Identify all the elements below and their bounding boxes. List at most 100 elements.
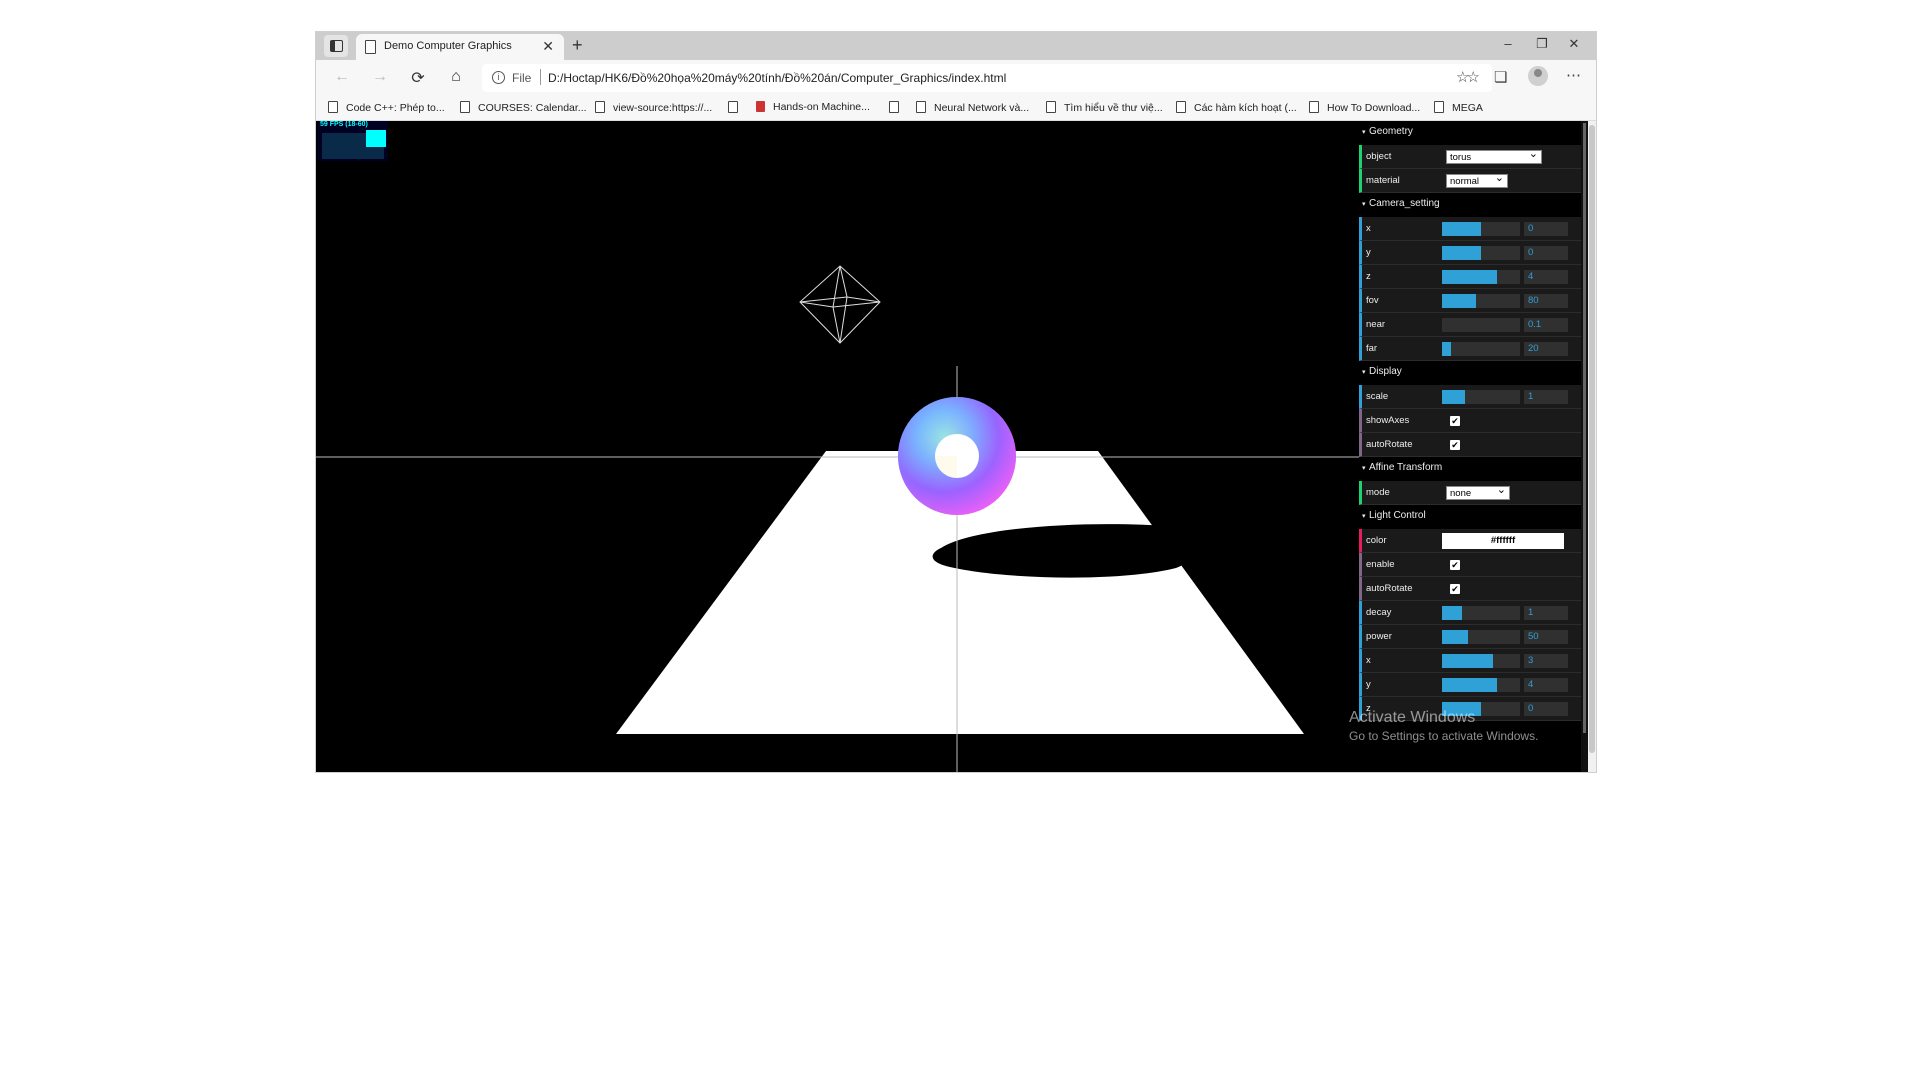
number-input[interactable]: 4 bbox=[1524, 270, 1568, 284]
number-input[interactable]: 20 bbox=[1524, 342, 1568, 356]
page-icon bbox=[595, 101, 605, 113]
folder-light-control[interactable]: ▾ Light Control bbox=[1359, 505, 1581, 530]
object-select[interactable]: torus bbox=[1446, 147, 1542, 164]
slider-fill bbox=[1442, 630, 1468, 644]
scrollbar-thumb[interactable] bbox=[1589, 125, 1595, 753]
new-tab-button[interactable]: + bbox=[572, 35, 583, 56]
number-input[interactable]: 0.1 bbox=[1524, 318, 1568, 332]
control-label: enable bbox=[1366, 559, 1395, 570]
slider-fill bbox=[1442, 294, 1477, 308]
control-camera-near: near 0.1 bbox=[1359, 313, 1581, 337]
slider[interactable] bbox=[1442, 246, 1520, 260]
number-input[interactable]: 4 bbox=[1524, 678, 1568, 692]
restore-button[interactable]: ❐ bbox=[1532, 36, 1552, 52]
collapse-icon: ▾ bbox=[1362, 201, 1366, 208]
browser-window: Demo Computer Graphics ✕ + – ❐ ✕ ← → ⟳ ⌂… bbox=[316, 32, 1596, 772]
slider[interactable] bbox=[1442, 294, 1520, 308]
number-input[interactable]: 1 bbox=[1524, 390, 1568, 404]
bookmark-page-icon[interactable] bbox=[728, 101, 738, 113]
activate-windows-watermark: Activate Windows Go to Settings to activ… bbox=[1349, 709, 1538, 743]
control-label: decay bbox=[1366, 607, 1392, 618]
collapse-icon: ▾ bbox=[1362, 129, 1366, 136]
folder-camera-setting[interactable]: ▾ Camera_setting bbox=[1359, 193, 1581, 218]
number-input[interactable]: 50 bbox=[1524, 630, 1568, 644]
folder-display[interactable]: ▾ Display bbox=[1359, 361, 1581, 386]
bookmark-item[interactable]: COURSES: Calendar... bbox=[460, 101, 587, 114]
control-label: fov bbox=[1366, 295, 1379, 306]
gui-scrollbar[interactable] bbox=[1581, 121, 1588, 772]
page-icon bbox=[365, 40, 376, 54]
favorites-icon[interactable]: ☆ bbox=[1456, 68, 1469, 86]
pdf-icon bbox=[756, 101, 765, 112]
forward-button[interactable]: → bbox=[370, 68, 390, 86]
material-select[interactable]: normal bbox=[1446, 171, 1508, 188]
slider[interactable] bbox=[1442, 222, 1520, 236]
bookmark-item[interactable]: view-source:https://... bbox=[595, 101, 712, 114]
bookmark-item[interactable]: Các hàm kích hoạt (... bbox=[1176, 101, 1297, 114]
control-label: z bbox=[1366, 271, 1371, 282]
fps-stats-panel[interactable]: 59 FPS (18-60) bbox=[318, 121, 388, 161]
info-icon[interactable]: i bbox=[492, 71, 505, 84]
number-input[interactable]: 0 bbox=[1524, 222, 1568, 236]
bookmark-item[interactable]: Tìm hiểu về thư việ... bbox=[1046, 101, 1163, 114]
checkbox[interactable]: ✔ bbox=[1450, 416, 1460, 426]
checkbox[interactable]: ✔ bbox=[1450, 560, 1460, 570]
refresh-button[interactable]: ⟳ bbox=[408, 68, 428, 88]
scrollbar-thumb[interactable] bbox=[1583, 123, 1586, 733]
control-label: x bbox=[1366, 223, 1371, 234]
tab-actions-button[interactable] bbox=[324, 35, 348, 57]
folder-geometry[interactable]: ▾ Geometry bbox=[1359, 121, 1581, 146]
folder-affine-transform[interactable]: ▾ Affine Transform bbox=[1359, 457, 1581, 482]
slider[interactable] bbox=[1442, 390, 1520, 404]
page-scrollbar[interactable] bbox=[1588, 121, 1596, 772]
control-label: power bbox=[1366, 631, 1392, 642]
collapse-icon: ▾ bbox=[1362, 369, 1366, 376]
control-light-y: y 4 bbox=[1359, 673, 1581, 697]
slider[interactable] bbox=[1442, 318, 1520, 332]
minimize-button[interactable]: – bbox=[1498, 36, 1518, 51]
bookmark-item[interactable]: How To Download... bbox=[1309, 101, 1420, 114]
light-helper-octahedron bbox=[799, 265, 881, 344]
more-menu-icon[interactable]: ⋯ bbox=[1566, 66, 1581, 84]
slider-fill bbox=[1442, 270, 1497, 284]
bookmark-item[interactable]: Code C++: Phép to... bbox=[328, 101, 445, 114]
bookmark-item[interactable]: Neural Network và... bbox=[916, 101, 1029, 114]
number-input[interactable]: 3 bbox=[1524, 654, 1568, 668]
slider[interactable] bbox=[1442, 654, 1520, 668]
back-button[interactable]: ← bbox=[332, 68, 352, 86]
address-bar[interactable]: i File D:/Hoctap/HK6/Đồ%20họa%20máy%20tí… bbox=[482, 64, 1492, 92]
tab-close-icon[interactable]: ✕ bbox=[542, 38, 554, 55]
mode-select[interactable]: none bbox=[1446, 483, 1510, 500]
checkbox[interactable]: ✔ bbox=[1450, 440, 1460, 450]
bookmark-item[interactable]: MEGA bbox=[1434, 101, 1483, 114]
webgl-canvas[interactable]: 59 FPS (18-60) ▾Geometry object torus ma… bbox=[316, 121, 1596, 772]
watermark-subtitle: Go to Settings to activate Windows. bbox=[1349, 729, 1539, 743]
profile-avatar[interactable] bbox=[1528, 66, 1548, 86]
control-show-axes: showAxes ✔ bbox=[1359, 409, 1581, 433]
checkbox[interactable]: ✔ bbox=[1450, 584, 1460, 594]
page-icon bbox=[1309, 101, 1319, 113]
bookmark-item[interactable]: Hands-on Machine... bbox=[756, 101, 870, 113]
number-input[interactable]: 1 bbox=[1524, 606, 1568, 620]
home-button[interactable]: ⌂ bbox=[446, 68, 466, 86]
control-label: y bbox=[1366, 247, 1371, 258]
collapse-icon: ▾ bbox=[1362, 465, 1366, 472]
close-window-button[interactable]: ✕ bbox=[1564, 36, 1584, 52]
control-label: x bbox=[1366, 655, 1371, 666]
slider[interactable] bbox=[1442, 678, 1520, 692]
slider[interactable] bbox=[1442, 342, 1520, 356]
control-object: object torus bbox=[1359, 145, 1581, 169]
browser-tab[interactable]: Demo Computer Graphics ✕ bbox=[356, 34, 564, 60]
dat-gui-panel: ▾Geometry object torus material normal ▾… bbox=[1359, 121, 1581, 772]
slider[interactable] bbox=[1442, 606, 1520, 620]
bookmark-page-icon[interactable] bbox=[889, 101, 899, 113]
number-input[interactable]: 0 bbox=[1524, 246, 1568, 260]
tab-title: Demo Computer Graphics bbox=[384, 40, 512, 52]
page-icon bbox=[1176, 101, 1186, 113]
number-input[interactable]: 80 bbox=[1524, 294, 1568, 308]
slider[interactable] bbox=[1442, 630, 1520, 644]
slider[interactable] bbox=[1442, 270, 1520, 284]
url-text[interactable]: D:/Hoctap/HK6/Đồ%20họa%20máy%20tính/Đồ%2… bbox=[548, 71, 1006, 85]
collections-icon[interactable]: ❏ bbox=[1494, 68, 1507, 86]
color-picker[interactable]: #ffffff bbox=[1442, 533, 1564, 549]
